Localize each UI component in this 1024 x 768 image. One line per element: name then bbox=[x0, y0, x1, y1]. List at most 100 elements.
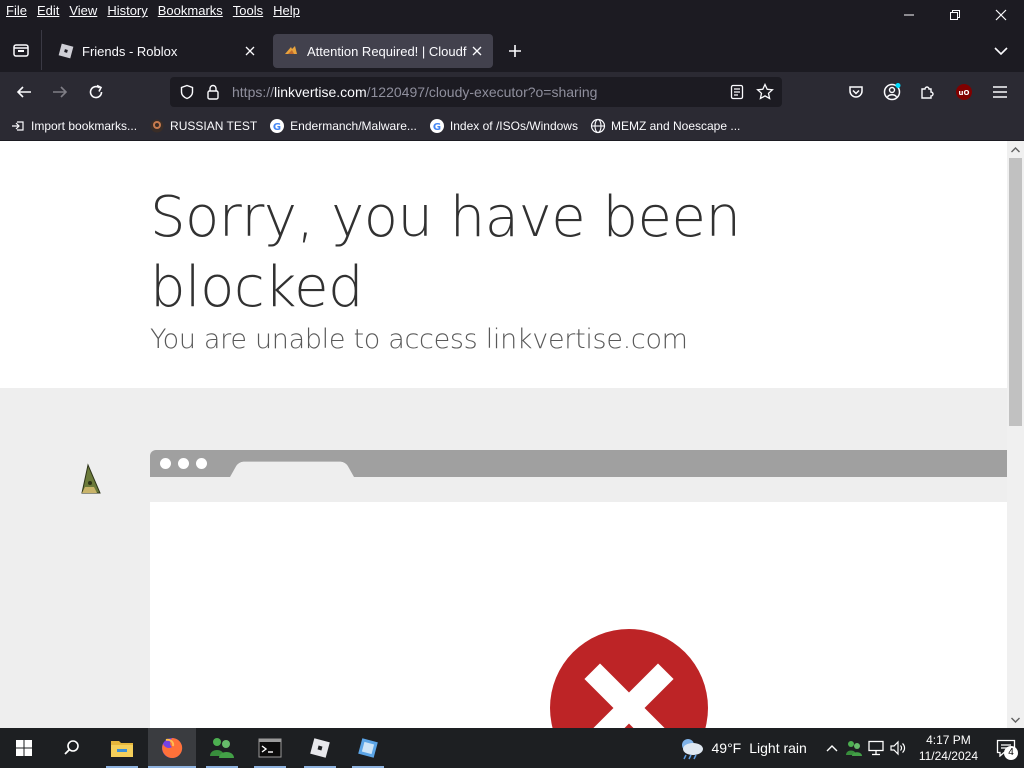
scroll-up-button[interactable] bbox=[1007, 141, 1024, 158]
url-text[interactable]: https://linkvertise.com/1220497/cloudy-e… bbox=[232, 84, 597, 100]
close-window-button[interactable] bbox=[978, 0, 1024, 30]
clock[interactable]: 4:17 PM 11/24/2024 bbox=[919, 732, 978, 764]
restore-button[interactable] bbox=[932, 0, 978, 30]
navigation-toolbar: https://linkvertise.com/1220497/cloudy-e… bbox=[0, 72, 1024, 112]
action-center-button[interactable]: 4 bbox=[988, 728, 1024, 768]
extensions-button[interactable] bbox=[914, 78, 942, 106]
close-tab-button[interactable] bbox=[240, 41, 260, 61]
menu-file[interactable]: File bbox=[0, 0, 32, 22]
url-bar[interactable]: https://linkvertise.com/1220497/cloudy-e… bbox=[170, 77, 782, 107]
firefox-view-button[interactable] bbox=[0, 30, 42, 70]
menu-edit[interactable]: Edit bbox=[32, 0, 64, 22]
network-icon bbox=[868, 740, 884, 756]
taskbar-firefox[interactable] bbox=[148, 728, 196, 768]
scroll-down-button[interactable] bbox=[1007, 711, 1024, 728]
people-icon bbox=[210, 738, 234, 758]
bookmark-russian-test[interactable]: RUSSIAN TEST bbox=[149, 114, 257, 138]
taskbar-roblox[interactable] bbox=[296, 728, 344, 768]
bookmark-import[interactable]: Import bookmarks... bbox=[10, 114, 137, 138]
clock-time: 4:17 PM bbox=[926, 733, 971, 747]
taskbar-command-prompt[interactable] bbox=[246, 728, 294, 768]
bookmarks-toolbar: Import bookmarks... RUSSIAN TEST G Ender… bbox=[0, 112, 1024, 140]
page-scrollbar[interactable] bbox=[1007, 141, 1024, 728]
notification-badge: 4 bbox=[1004, 746, 1018, 760]
tab-bar: Friends - Roblox Attention Required! | C… bbox=[0, 30, 1024, 70]
menu-bookmarks-label: Bookmarks bbox=[157, 3, 223, 18]
scroll-thumb[interactable] bbox=[1009, 158, 1022, 426]
menu-view-label: View bbox=[69, 3, 98, 18]
minimize-button[interactable] bbox=[886, 0, 932, 30]
svg-text:G: G bbox=[433, 122, 441, 133]
menu-help-label: Help bbox=[273, 3, 300, 18]
forward-arrow-icon bbox=[53, 86, 68, 98]
cloudflare-icon bbox=[285, 46, 297, 54]
rain-cloud-icon bbox=[681, 739, 703, 760]
show-hidden-icons-button[interactable] bbox=[821, 728, 843, 768]
weather-description: Light rain bbox=[749, 740, 807, 756]
page-content: Sorry, you have been blocked You are una… bbox=[0, 141, 1007, 728]
bookmark-star-icon[interactable] bbox=[754, 81, 776, 103]
reader-view-icon[interactable] bbox=[726, 81, 748, 103]
roblox-studio-icon bbox=[358, 738, 378, 758]
search-button[interactable] bbox=[48, 728, 96, 768]
app-menu-button[interactable] bbox=[986, 78, 1014, 106]
tracking-protection-shield-icon[interactable] bbox=[176, 81, 198, 103]
system-tray: 49°F Light rain 4:17 PM 11/24/2024 4 bbox=[678, 728, 1024, 768]
volume-button[interactable] bbox=[887, 728, 909, 768]
globe-icon bbox=[590, 118, 606, 134]
back-arrow-icon bbox=[16, 86, 31, 98]
illustration-tab bbox=[230, 461, 354, 477]
tab-cloudflare[interactable]: Attention Required! | Cloudflare bbox=[273, 34, 493, 68]
tab-title: Friends - Roblox bbox=[82, 43, 178, 59]
taskbar-app-green-people[interactable] bbox=[198, 728, 246, 768]
reload-button[interactable] bbox=[82, 78, 110, 106]
bookmark-memz[interactable]: MEMZ and Noescape ... bbox=[590, 114, 740, 138]
forward-button[interactable] bbox=[46, 78, 74, 106]
account-icon bbox=[883, 83, 901, 101]
menu-tools[interactable]: Tools bbox=[228, 0, 268, 22]
puzzle-icon bbox=[921, 86, 934, 99]
firefox-icon bbox=[162, 737, 183, 758]
import-icon bbox=[10, 118, 26, 134]
search-icon bbox=[64, 740, 79, 755]
speaker-icon bbox=[890, 740, 905, 756]
chevron-down-icon bbox=[994, 47, 1008, 56]
bookmark-label: Import bookmarks... bbox=[31, 119, 138, 133]
tray-app-people[interactable] bbox=[843, 728, 865, 768]
firefox-view-icon bbox=[12, 44, 29, 57]
menu-help[interactable]: Help bbox=[268, 0, 305, 22]
menu-bookmarks[interactable]: Bookmarks bbox=[153, 0, 228, 22]
bookmark-favicon bbox=[149, 118, 165, 134]
bookmark-endermanch[interactable]: G Endermanch/Malware... bbox=[269, 114, 417, 138]
illustration-dot bbox=[160, 458, 171, 469]
roblox-icon bbox=[310, 738, 330, 758]
browser-illustration-page bbox=[150, 502, 1007, 728]
bookmark-label: Index of /ISOs/Windows bbox=[449, 119, 578, 133]
start-button[interactable] bbox=[0, 728, 48, 768]
network-button[interactable] bbox=[865, 728, 887, 768]
pocket-button[interactable] bbox=[842, 78, 870, 106]
error-banner: Sorry, you have been blocked You are una… bbox=[0, 141, 1007, 388]
ublock-origin-button[interactable]: uO bbox=[950, 78, 978, 106]
menu-view[interactable]: View bbox=[64, 0, 102, 22]
menu-history[interactable]: History bbox=[102, 0, 152, 22]
tab-roblox[interactable]: Friends - Roblox bbox=[48, 34, 266, 68]
svg-text:uO: uO bbox=[959, 89, 970, 97]
ublock-origin-icon: uO bbox=[956, 84, 972, 100]
reload-icon bbox=[89, 84, 103, 99]
taskbar-file-explorer[interactable] bbox=[98, 728, 146, 768]
new-tab-button[interactable] bbox=[502, 38, 528, 64]
weather-widget[interactable]: 49°F Light rain bbox=[678, 736, 807, 760]
list-all-tabs-button[interactable] bbox=[988, 38, 1014, 64]
taskbar-roblox-studio[interactable] bbox=[344, 728, 392, 768]
windows-taskbar: 49°F Light rain 4:17 PM 11/24/2024 4 bbox=[0, 728, 1024, 768]
lock-icon[interactable] bbox=[202, 81, 224, 103]
tab-title: Attention Required! | Cloudflare bbox=[307, 43, 467, 59]
close-tab-button[interactable] bbox=[467, 41, 487, 61]
bookmark-index-isos[interactable]: G Index of /ISOs/Windows bbox=[429, 114, 578, 138]
account-button[interactable] bbox=[878, 78, 906, 106]
error-x-icon bbox=[550, 629, 708, 728]
menu-bar: File Edit View History Bookmarks Tools H… bbox=[0, 0, 1024, 22]
back-button[interactable] bbox=[10, 78, 38, 106]
restore-icon bbox=[950, 10, 960, 20]
